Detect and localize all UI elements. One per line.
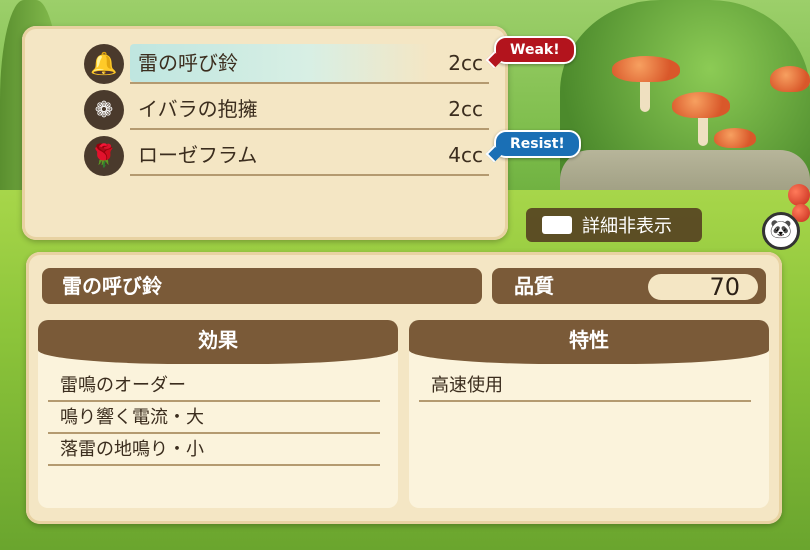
- effect-text: 雷鳴のオーダー: [60, 375, 186, 396]
- item-underline: [48, 400, 380, 402]
- trait-text: 高速使用: [431, 375, 503, 396]
- skill-list-panel: 🔔 雷の呼び鈴 2cc ❁ イバラの抱擁 2cc 🌹 ローゼフラム 4cc: [22, 26, 508, 240]
- item-underline: [419, 400, 751, 402]
- skill-row-2[interactable]: ❁ イバラの抱擁 2cc: [84, 90, 489, 130]
- mushroom: [770, 66, 810, 92]
- mushroom: [672, 92, 730, 118]
- row-underline: [130, 82, 489, 84]
- quality-value: 70: [648, 274, 758, 300]
- skill-row-3[interactable]: 🌹 ローゼフラム 4cc: [84, 136, 489, 176]
- item-title: 雷の呼び鈴: [42, 268, 482, 304]
- berry: [788, 184, 810, 206]
- effect-item: 雷鳴のオーダー: [46, 372, 380, 402]
- traits-box: 特性 高速使用: [409, 320, 769, 508]
- weak-badge: Weak!: [494, 36, 576, 64]
- effect-item: 鳴り響く電流・大: [46, 404, 380, 434]
- quality-label: 品質: [514, 274, 554, 298]
- effect-text: 落雷の地鳴り・小: [60, 439, 204, 460]
- effect-item: 落雷の地鳴り・小: [46, 436, 380, 466]
- row-underline: [130, 128, 489, 130]
- skill-cost: 2cc: [448, 97, 483, 121]
- hide-details-label: 詳細非表示: [582, 216, 672, 237]
- item-underline: [48, 432, 380, 434]
- panda-icon[interactable]: 🐼: [762, 212, 800, 250]
- skill-cost: 4cc: [448, 143, 483, 167]
- resist-badge: Resist!: [494, 130, 581, 158]
- skill-cost: 2cc: [448, 51, 483, 75]
- traits-header: 特性: [409, 320, 769, 364]
- item-underline: [48, 464, 380, 466]
- item-detail-panel: 雷の呼び鈴 品質 70 効果 雷鳴のオーダー 鳴り響く電流・大 落雷の地鳴り・小…: [26, 252, 782, 524]
- skill-row-1[interactable]: 🔔 雷の呼び鈴 2cc: [84, 44, 489, 84]
- row-underline: [130, 174, 489, 176]
- thorn-wreath-icon: ❁: [84, 90, 124, 130]
- skill-name: ローゼフラム: [138, 143, 258, 167]
- skill-name: 雷の呼び鈴: [138, 51, 238, 75]
- button-prompt-icon: [542, 216, 572, 234]
- quality-bar: 品質 70: [492, 268, 766, 304]
- hide-details-button[interactable]: 詳細非表示: [526, 208, 702, 242]
- skill-name: イバラの抱擁: [138, 97, 258, 121]
- rose-flame-icon: 🌹: [84, 136, 124, 176]
- trait-item: 高速使用: [417, 372, 751, 402]
- effects-box: 効果 雷鳴のオーダー 鳴り響く電流・大 落雷の地鳴り・小: [38, 320, 398, 508]
- mushroom: [612, 56, 680, 82]
- bell-icon: 🔔: [84, 44, 124, 84]
- effect-text: 鳴り響く電流・大: [60, 407, 204, 428]
- effects-header: 効果: [38, 320, 398, 364]
- mushroom: [714, 128, 756, 148]
